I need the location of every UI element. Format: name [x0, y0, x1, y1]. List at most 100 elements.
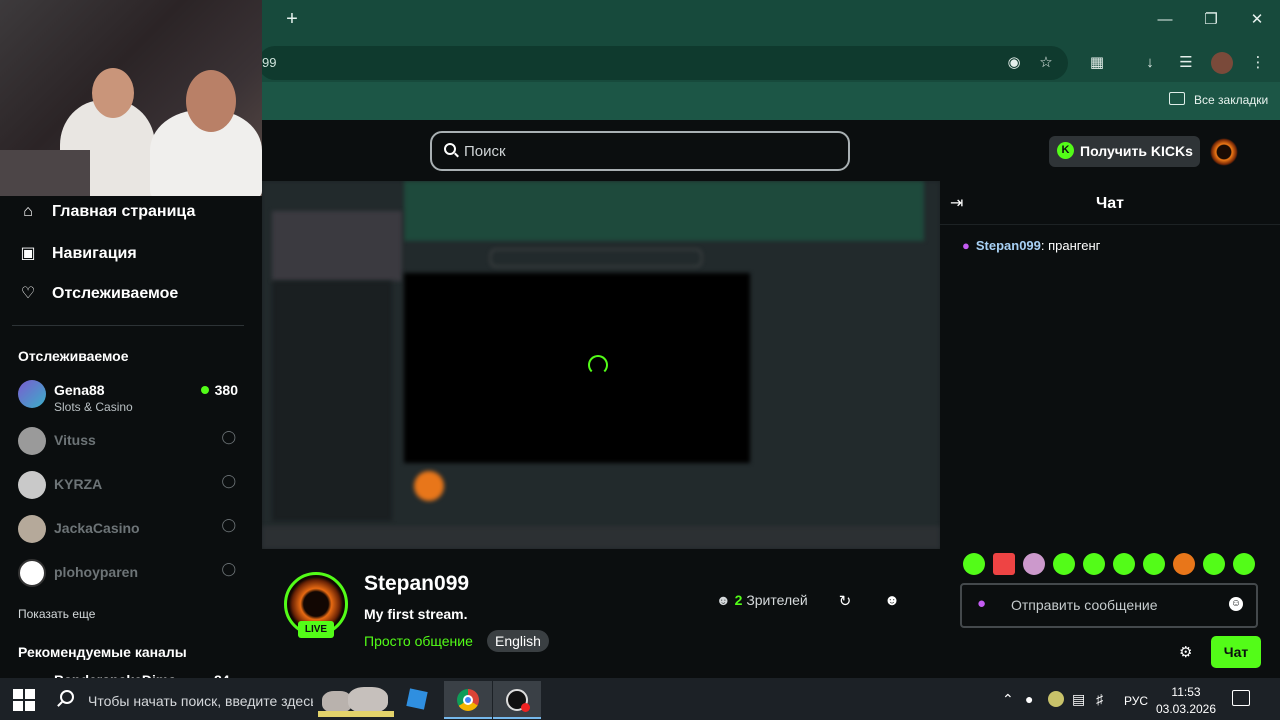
- emote-icon[interactable]: [1143, 553, 1165, 575]
- network-icon[interactable]: ▤: [1072, 691, 1085, 708]
- extensions-icon[interactable]: ▦: [1086, 52, 1108, 74]
- avatar: [18, 427, 46, 455]
- stream-category-link[interactable]: Просто общение: [364, 633, 473, 649]
- channel-item-jackacasino[interactable]: JackaCasino ◯: [18, 513, 244, 549]
- volume-icon[interactable]: ♯: [1096, 691, 1103, 707]
- nav-following-label: Отслеживаемое: [52, 285, 179, 302]
- browse-icon: ▣: [20, 245, 36, 262]
- chat-input-placeholder: Отправить сообщение: [1011, 597, 1158, 613]
- minimize-button[interactable]: —: [1154, 9, 1176, 31]
- taskbar-app-chrome[interactable]: [444, 681, 492, 719]
- bookmark-star-icon[interactable]: ☆: [1035, 52, 1057, 74]
- emote-icon[interactable]: [1173, 553, 1195, 575]
- send-chat-button[interactable]: Чат: [1211, 636, 1261, 668]
- nav-home[interactable]: ⌂ Главная страница: [18, 203, 195, 227]
- clock-date: 03.03.2026: [1155, 702, 1217, 716]
- collapse-chat-icon[interactable]: ⇥: [950, 193, 970, 213]
- emote-icon[interactable]: [1053, 553, 1075, 575]
- show-more-link[interactable]: Показать еще: [18, 607, 95, 621]
- close-window-button[interactable]: ✕: [1246, 9, 1268, 31]
- mic-icon[interactable]: ●: [977, 595, 986, 612]
- chat-title: Чат: [1096, 195, 1124, 212]
- live-badge: LIVE: [298, 621, 334, 638]
- viewers-icon: ☻: [716, 592, 731, 608]
- download-icon[interactable]: ↓: [1139, 52, 1161, 74]
- viewer-count-number: 2: [734, 592, 743, 608]
- emote-icon[interactable]: [963, 553, 985, 575]
- offline-icon: ◯: [221, 517, 236, 532]
- channel-name: Gena88: [54, 382, 105, 398]
- address-bar-url: 99: [262, 55, 277, 70]
- avatar: [18, 471, 46, 499]
- avatar: [18, 515, 46, 543]
- avatar: [18, 559, 46, 587]
- emote-icon[interactable]: [993, 553, 1015, 575]
- recommended-section-title: Рекомендуемые каналы: [18, 644, 187, 660]
- channel-name: plohoyparen: [54, 564, 139, 580]
- offline-icon: ◯: [221, 561, 236, 576]
- profile-avatar[interactable]: [1211, 52, 1233, 74]
- folder-icon[interactable]: [1169, 92, 1185, 105]
- streamer-name[interactable]: Stepan099: [364, 572, 469, 596]
- language-indicator[interactable]: РУС: [1124, 694, 1148, 708]
- media-control-icon[interactable]: ☰: [1175, 52, 1197, 74]
- heart-icon: ♡: [20, 285, 36, 302]
- loading-spinner: [588, 355, 608, 375]
- stream-title: My first stream.: [364, 606, 468, 622]
- emote-icon[interactable]: [1083, 553, 1105, 575]
- menu-kebab-icon[interactable]: ⋮: [1247, 52, 1269, 74]
- notifications-icon[interactable]: [1232, 690, 1250, 706]
- channel-item-vituss[interactable]: Vituss ◯: [18, 425, 244, 461]
- nav-browse[interactable]: ▣ Навигация: [18, 243, 137, 267]
- windows-start-icon[interactable]: [13, 689, 35, 711]
- viewer-count-label: Зрителей: [746, 592, 808, 608]
- all-bookmarks-link[interactable]: Все закладки: [1194, 93, 1268, 107]
- emote-icon[interactable]: [1113, 553, 1135, 575]
- search-icon: [60, 690, 74, 704]
- clock-time: 11:53: [1171, 685, 1201, 699]
- emoji-picker-icon[interactable]: ☺: [1229, 597, 1243, 611]
- followed-section-title: Отслеживаемое: [18, 348, 129, 364]
- emote-icon[interactable]: [1203, 553, 1225, 575]
- taskbar-app-files[interactable]: [393, 681, 441, 719]
- new-tab-button[interactable]: +: [282, 8, 302, 32]
- channel-item-kyrza[interactable]: KYRZA ◯: [18, 469, 244, 505]
- search-placeholder: Поиск: [464, 143, 506, 160]
- emote-icon[interactable]: [1233, 553, 1255, 575]
- search-highlight-image: [318, 683, 394, 717]
- search-icon: [444, 143, 456, 155]
- avatar: [18, 380, 46, 408]
- channel-category: Slots & Casino: [54, 400, 133, 414]
- chat-username[interactable]: Stepan099: [976, 238, 1041, 253]
- nav-browse-label: Навигация: [52, 245, 137, 262]
- chat-message-text: : прангенг: [1040, 238, 1101, 253]
- tray-expand-icon[interactable]: ⌃: [1002, 691, 1014, 708]
- webcam-overlay: [0, 0, 262, 196]
- viewer-count: 380: [201, 382, 238, 398]
- taskbar-search-input[interactable]: Чтобы начать поиск, введите здесь запрос: [88, 693, 313, 709]
- microphone-icon[interactable]: ●: [1025, 691, 1033, 707]
- tray-app-icon[interactable]: [1048, 691, 1064, 707]
- emote-icon[interactable]: [1023, 553, 1045, 575]
- user-avatar[interactable]: [1210, 138, 1238, 166]
- follow-icon[interactable]: ☻: [883, 592, 901, 610]
- chat-divider: [940, 224, 1280, 225]
- share-icon[interactable]: ↻: [836, 592, 854, 610]
- restore-button[interactable]: ❐: [1200, 9, 1222, 31]
- channel-name: Vituss: [54, 432, 96, 448]
- channel-item-gena88[interactable]: Gena88 Slots & Casino 380: [18, 378, 244, 414]
- get-kicks-label: Получить KICKs: [1080, 143, 1193, 159]
- mic-badge-icon: ●: [962, 238, 970, 253]
- eye-off-icon[interactable]: ◉: [1003, 52, 1025, 74]
- home-icon: ⌂: [23, 203, 33, 220]
- nav-following[interactable]: ♡ Отслеживаемое: [18, 283, 178, 307]
- taskbar-app-obs[interactable]: [493, 681, 541, 719]
- gear-icon[interactable]: ⚙: [1179, 643, 1192, 661]
- stream-tag[interactable]: English: [487, 630, 549, 652]
- kicks-icon: K: [1057, 142, 1074, 159]
- channel-item-plohoyparen[interactable]: plohoyparen ◯: [18, 557, 244, 593]
- chat-message: ● Stepan099: прангенг: [962, 238, 1100, 253]
- taskbar-clock[interactable]: 11:53 03.03.2026: [1154, 684, 1218, 718]
- offline-icon: ◯: [221, 429, 236, 444]
- address-bar[interactable]: [258, 46, 1068, 80]
